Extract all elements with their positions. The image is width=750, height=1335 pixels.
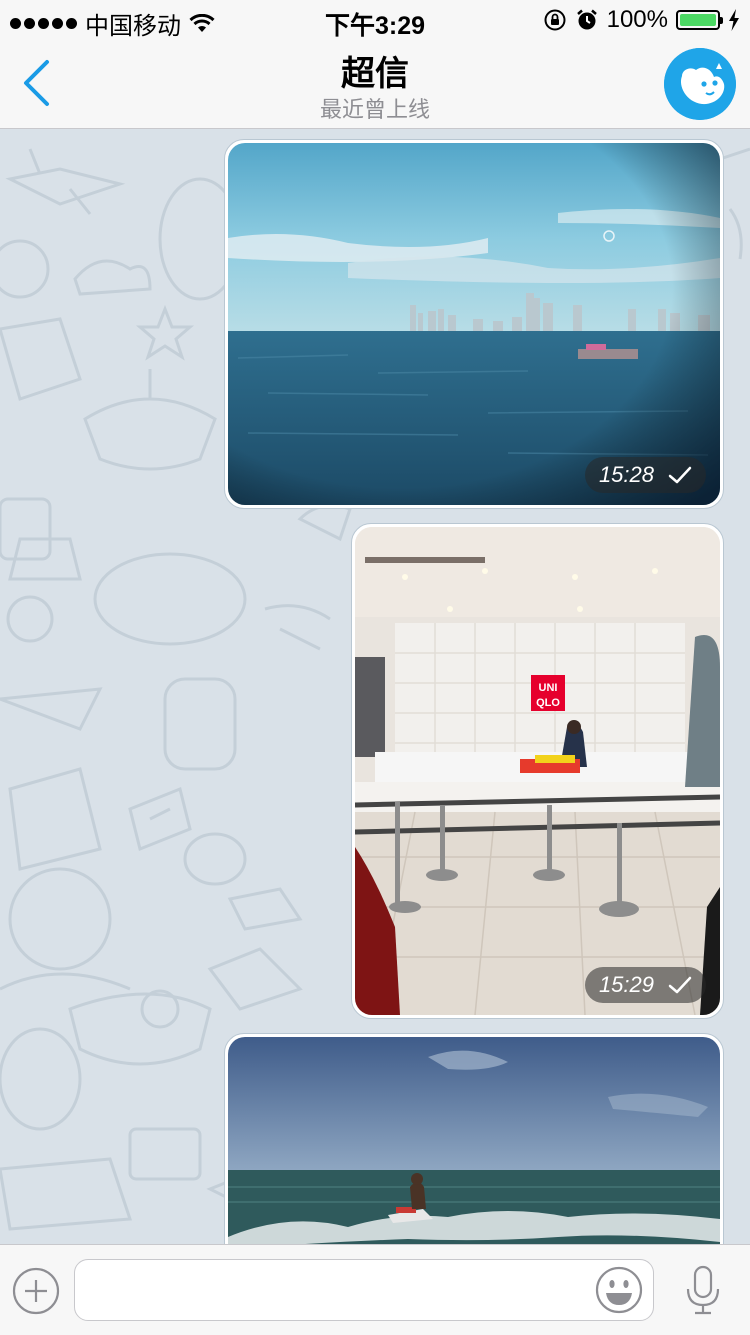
photo-message[interactable]: 15:28 (224, 139, 724, 509)
charging-bolt-icon (729, 9, 739, 31)
sea-skyline-photo (228, 143, 720, 505)
attach-button[interactable] (12, 1267, 60, 1315)
battery-fill (680, 14, 716, 26)
navigation-bar: 超信 最近曾上线 (0, 40, 750, 129)
message-photo[interactable]: UNI QLO 15:29 (355, 527, 720, 1015)
message-time: 15:29 (598, 972, 654, 997)
jet-ski-photo (228, 1037, 720, 1244)
alarm-icon (576, 9, 597, 30)
last-seen-status: 最近曾上线 (319, 97, 430, 122)
checkmark-icon (668, 466, 692, 484)
store-sign-text-2: QLO (536, 697, 560, 709)
message-photo[interactable]: 15:28 (228, 143, 720, 505)
emoji-button[interactable] (594, 1265, 644, 1315)
message-input-bar (0, 1244, 750, 1335)
status-right: 100% (543, 6, 740, 34)
emoji-icon (595, 1266, 643, 1314)
orientation-lock-icon (544, 9, 566, 31)
status-bar: 中国移动 下午3:29 100% (0, 0, 750, 40)
message-time: 15:28 (598, 462, 654, 487)
store-sign-text-1: UNI (539, 682, 558, 694)
battery-percent: 100% (606, 6, 668, 33)
voice-button[interactable] (684, 1265, 722, 1317)
avatar[interactable] (664, 48, 736, 120)
plus-circle-icon (12, 1267, 60, 1315)
microphone-icon (686, 1265, 720, 1315)
photo-message[interactable] (224, 1033, 724, 1244)
battery-icon (676, 10, 723, 30)
message-time-pill: 15:28 (584, 457, 706, 493)
bot-face-avatar-icon (664, 48, 736, 120)
message-input[interactable] (74, 1259, 654, 1321)
photo-message[interactable]: UNI QLO 15:29 (351, 523, 724, 1019)
message-photo[interactable] (228, 1037, 720, 1244)
chat-title: 超信 (341, 55, 409, 93)
message-time-pill: 15:29 (584, 967, 706, 1003)
chat-area[interactable]: 15:28 UNI QLO 15:29 (0, 129, 750, 1244)
checkmark-icon (668, 976, 692, 994)
uniqlo-store-photo: UNI QLO (355, 527, 720, 1015)
